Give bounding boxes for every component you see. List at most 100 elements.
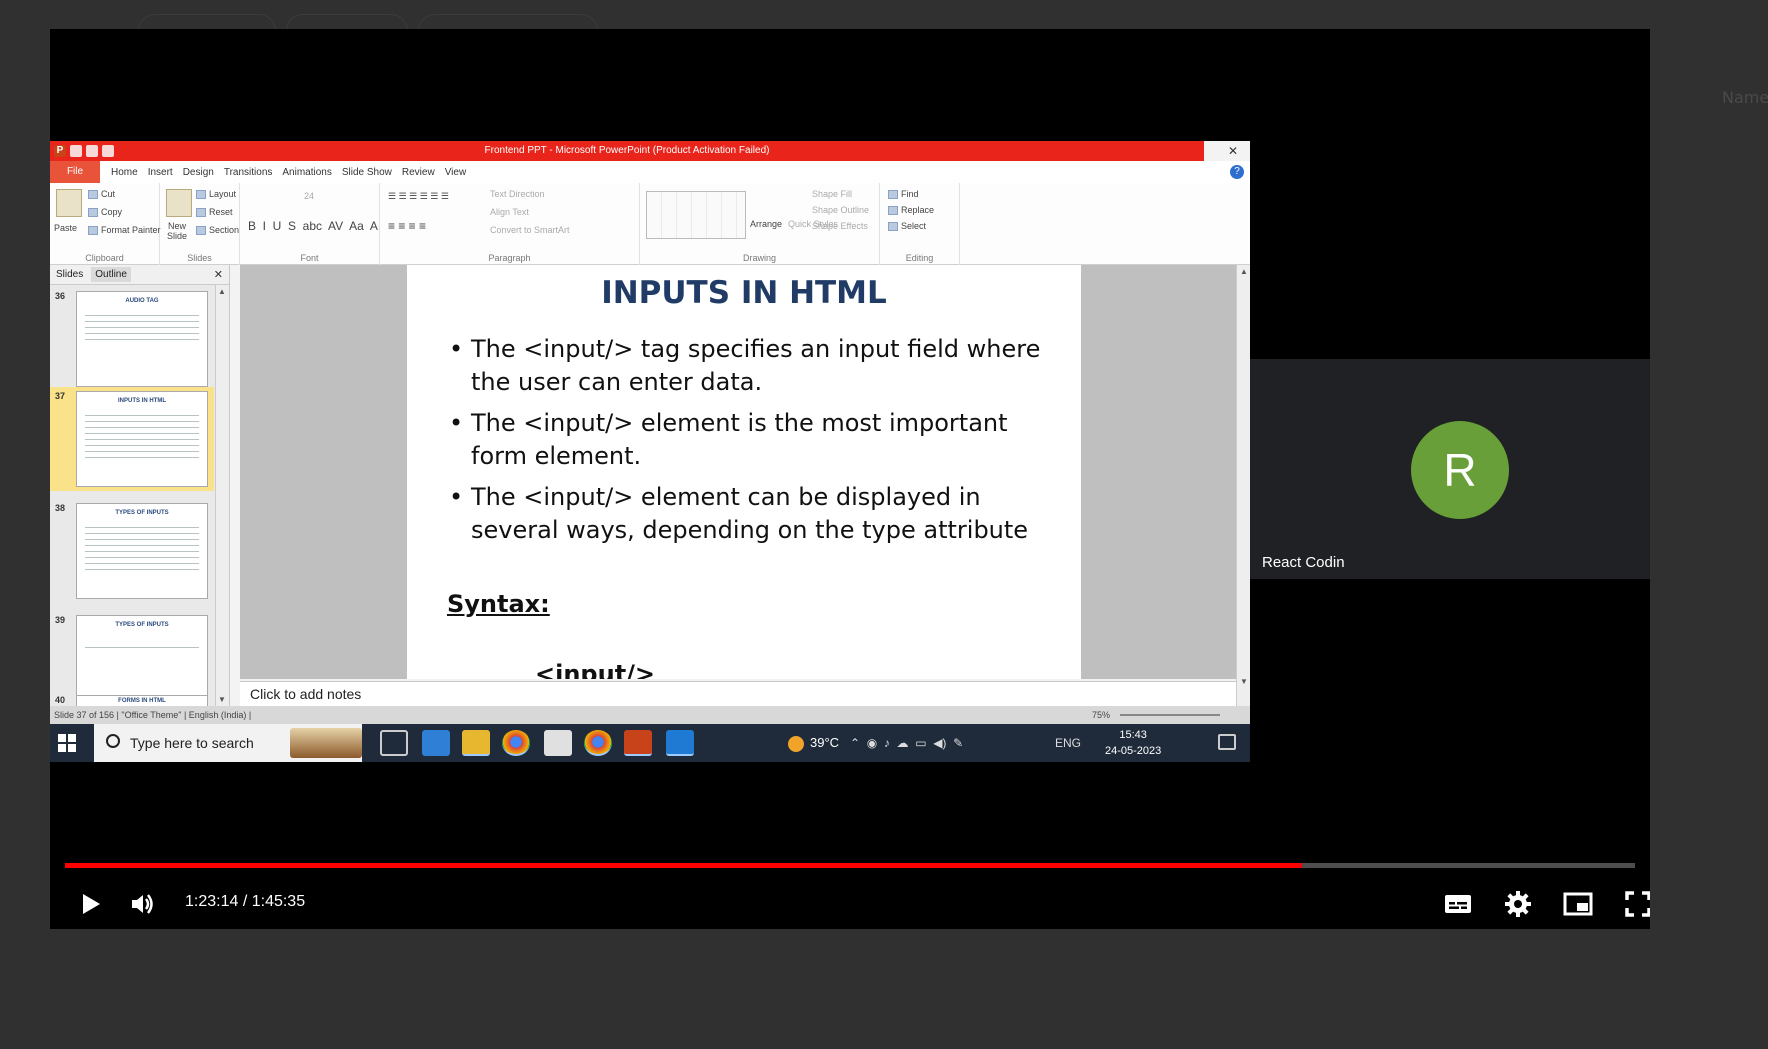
slide-number: 38 <box>55 503 66 513</box>
play-icon <box>83 894 100 914</box>
windows-taskbar: Type here to search 39°C ⌃ ◉ ♪ ☁ ▭ ◀) ✎ … <box>50 724 1250 762</box>
language-indicator[interactable]: ENG <box>1055 724 1081 762</box>
zoom-level[interactable]: 75% <box>1092 706 1110 724</box>
slide-thumbnail[interactable]: 40 FORMS IN HTML <box>50 691 214 706</box>
store-icon[interactable] <box>544 730 572 756</box>
pane-close-icon[interactable]: ✕ <box>214 268 223 281</box>
slide-number: 36 <box>55 291 66 301</box>
clock-time: 15:43 <box>1119 729 1147 741</box>
taskbar-clock[interactable]: 15:43 24-05-2023 <box>1105 727 1161 759</box>
scroll-up-icon[interactable]: ▲ <box>1240 267 1248 276</box>
cut-button[interactable]: Cut <box>88 189 115 200</box>
miniplayer-button[interactable] <box>1560 886 1596 922</box>
chrome-icon[interactable] <box>502 730 530 756</box>
list-buttons[interactable]: ☰ ☰ ☰ ☰ ☰ ☰ <box>388 191 449 202</box>
thumbnail-image: TYPES OF INPUTS <box>76 503 208 599</box>
mail-icon[interactable] <box>422 730 450 756</box>
select-button[interactable]: Select <box>888 221 926 232</box>
windows-start-icon[interactable] <box>58 734 76 752</box>
align-buttons[interactable]: ≡ ≡ ≡ ≡ <box>388 219 426 233</box>
convert-smartart-button[interactable]: Convert to SmartArt <box>490 225 570 235</box>
notification-icon[interactable] <box>1218 734 1236 750</box>
search-icon <box>106 734 120 748</box>
brush-icon <box>88 226 98 236</box>
current-slide[interactable]: INPUTS IN HTML The <input/> tag specifie… <box>407 265 1081 679</box>
slide-thumbnail[interactable]: 38 TYPES OF INPUTS <box>50 499 214 603</box>
slide-thumbnail[interactable]: 36 AUDIO TAG <box>50 287 214 391</box>
help-icon[interactable]: ? <box>1230 165 1244 179</box>
font-size-field[interactable]: 24 <box>304 191 314 201</box>
bullet-item: The <input/> element is the most importa… <box>447 407 1067 473</box>
undo-icon[interactable] <box>86 145 98 157</box>
slide-thumbnail[interactable]: 39 TYPES OF INPUTS <box>50 611 214 701</box>
system-tray-icons[interactable]: ⌃ ◉ ♪ ☁ ▭ ◀) ✎ <box>850 724 963 762</box>
tab-slide-show[interactable]: Slide Show <box>342 167 392 178</box>
drawing-group: Arrange Quick Styles Shape Fill Shape Ou… <box>640 183 880 265</box>
format-painter-button[interactable]: Format Painter <box>88 225 161 236</box>
subtitles-button[interactable] <box>1440 886 1476 922</box>
save-icon[interactable] <box>70 145 82 157</box>
shape-fill-button[interactable]: Shape Fill <box>812 189 852 199</box>
weather-widget[interactable]: 39°C <box>788 724 839 762</box>
tab-design[interactable]: Design <box>183 167 214 178</box>
progress-bar[interactable] <box>65 863 1635 868</box>
tab-insert[interactable]: Insert <box>148 167 173 178</box>
taskbar-search-box[interactable]: Type here to search <box>94 724 362 762</box>
paste-icon[interactable] <box>56 189 82 217</box>
find-button[interactable]: Find <box>888 189 919 200</box>
ppt-close-icon[interactable]: ✕ <box>1228 144 1238 158</box>
drawing-label: Drawing <box>742 253 776 263</box>
shape-effects-button[interactable]: Shape Effects <box>812 221 868 231</box>
tab-home[interactable]: Home <box>111 167 138 178</box>
new-slide-icon[interactable] <box>166 189 192 217</box>
settings-button[interactable] <box>1500 886 1536 922</box>
volume-button[interactable] <box>124 886 160 922</box>
tab-outline[interactable]: Outline <box>91 267 131 282</box>
reset-button[interactable]: Reset <box>196 207 233 218</box>
tab-view[interactable]: View <box>445 167 467 178</box>
powerpoint-icon[interactable] <box>624 730 652 756</box>
paste-button[interactable]: Paste <box>54 223 77 233</box>
tab-transitions[interactable]: Transitions <box>224 167 273 178</box>
task-view-icon[interactable] <box>380 730 408 756</box>
scroll-down-icon[interactable]: ▼ <box>1240 677 1248 686</box>
pane-scrollbar[interactable]: ▲ ▼ <box>215 285 229 706</box>
tab-slides[interactable]: Slides <box>56 269 83 280</box>
new-slide-button[interactable]: New Slide <box>162 221 192 241</box>
redo-icon[interactable] <box>102 145 114 157</box>
background-name-label: Name <box>1722 88 1768 107</box>
font-format-buttons[interactable]: B I U S abc AV Aa A <box>248 219 378 233</box>
slide-editor: INPUTS IN HTML The <input/> tag specifie… <box>240 265 1236 679</box>
tab-review[interactable]: Review <box>402 167 435 178</box>
time-display: 1:23:14 / 1:45:35 <box>185 893 306 910</box>
play-button[interactable] <box>72 886 108 922</box>
layout-button[interactable]: Layout <box>196 189 236 200</box>
section-button[interactable]: Section <box>196 225 239 236</box>
text-direction-button[interactable]: Text Direction <box>490 189 545 199</box>
zoom-slider[interactable] <box>1120 714 1220 716</box>
fullscreen-icon <box>1625 891 1650 917</box>
scroll-up-icon[interactable]: ▲ <box>218 287 226 296</box>
arrange-button[interactable]: Arrange <box>750 219 782 229</box>
tab-animations[interactable]: Animations <box>282 167 331 178</box>
align-text-button[interactable]: Align Text <box>490 207 529 217</box>
editor-scrollbar[interactable]: ▲ ▼ <box>1236 265 1250 706</box>
miniplayer-icon <box>1563 892 1593 916</box>
scroll-down-icon[interactable]: ▼ <box>218 695 226 704</box>
shape-outline-button[interactable]: Shape Outline <box>812 205 869 215</box>
copy-button[interactable]: Copy <box>88 207 122 218</box>
file-explorer-icon[interactable] <box>462 730 490 756</box>
fullscreen-button[interactable] <box>1620 886 1650 922</box>
tab-file[interactable]: File <box>50 161 100 183</box>
participant-name: React Codin <box>1262 554 1345 571</box>
slides-label: Slides <box>187 253 212 263</box>
video-player[interactable]: Frontend PPT - Microsoft PowerPoint (Pro… <box>50 29 1650 929</box>
vscode-icon[interactable] <box>666 730 694 756</box>
slide-thumbnail-selected[interactable]: 37 INPUTS IN HTML <box>50 387 214 491</box>
replace-button[interactable]: Replace <box>888 205 934 216</box>
shapes-gallery[interactable] <box>646 191 746 239</box>
notes-pane[interactable]: Click to add notes <box>240 681 1236 706</box>
slides-group: New Slide Layout Reset Section Slides <box>160 183 240 265</box>
chrome-profile-icon[interactable] <box>584 730 612 756</box>
reset-icon <box>196 208 206 218</box>
